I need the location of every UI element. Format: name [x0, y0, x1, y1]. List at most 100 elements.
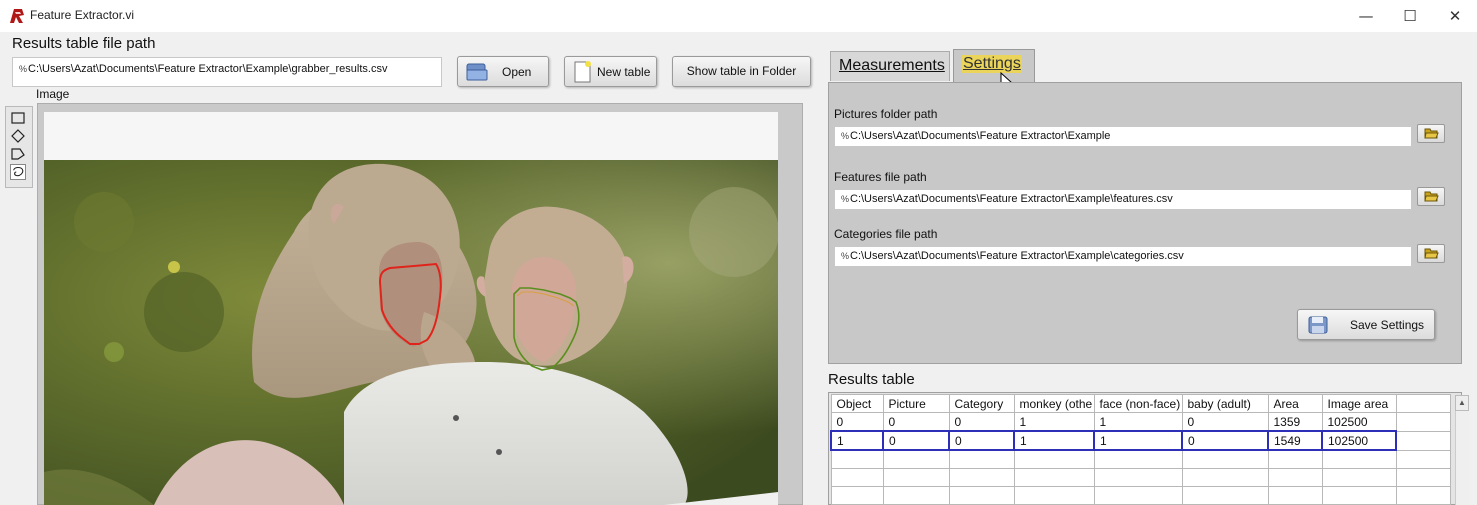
- title-bar: [0, 0, 1477, 32]
- table-row-selected[interactable]: 1 0 0 1 1 0 1549 102500: [830, 430, 1451, 451]
- table-row[interactable]: [830, 468, 1451, 487]
- table-cell[interactable]: [948, 449, 1015, 469]
- categories-file-label: Categories file path: [834, 227, 938, 241]
- col-header: [1395, 394, 1451, 413]
- save-settings-button[interactable]: Save Settings: [1297, 309, 1435, 340]
- results-path-label: Results table file path: [12, 35, 156, 52]
- table-cell[interactable]: 0: [948, 430, 1015, 451]
- results-table[interactable]: Object Picture Category monkey (othe fac…: [830, 394, 1451, 505]
- rectangle-tool-icon[interactable]: [10, 110, 26, 126]
- table-cell[interactable]: [1321, 486, 1397, 505]
- table-scrollbar[interactable]: [1455, 411, 1469, 505]
- path-icon: %: [19, 64, 28, 74]
- table-cell[interactable]: [882, 449, 950, 469]
- table-cell[interactable]: 0: [1181, 430, 1269, 451]
- table-cell[interactable]: [1395, 486, 1451, 505]
- freehand-tool-icon[interactable]: [10, 164, 26, 180]
- table-cell[interactable]: 1: [1093, 412, 1183, 432]
- categories-file-field[interactable]: %C:\Users\Azat\Documents\Feature Extract…: [834, 246, 1412, 267]
- new-table-button[interactable]: New table: [564, 56, 657, 87]
- results-table-label: Results table: [828, 371, 915, 388]
- table-cell[interactable]: [1181, 486, 1269, 505]
- table-cell[interactable]: 1: [830, 430, 884, 451]
- table-cell[interactable]: 1: [1013, 430, 1095, 451]
- window-title: Feature Extractor.vi: [30, 8, 135, 22]
- table-cell[interactable]: [1267, 468, 1323, 487]
- table-row[interactable]: [830, 449, 1451, 469]
- table-cell[interactable]: [1395, 412, 1451, 432]
- col-header: Image area: [1321, 394, 1397, 413]
- categories-file-value: C:\Users\Azat\Documents\Feature Extracto…: [850, 250, 1184, 262]
- pictures-folder-field[interactable]: %C:\Users\Azat\Documents\Feature Extract…: [834, 126, 1412, 147]
- table-cell[interactable]: 1: [1013, 412, 1095, 432]
- table-cell[interactable]: 1549: [1267, 430, 1323, 451]
- table-cell[interactable]: [830, 468, 884, 487]
- folder-icon: [1424, 248, 1439, 259]
- table-cell[interactable]: [1395, 449, 1451, 469]
- table-cell[interactable]: [1321, 468, 1397, 487]
- categories-browse-button[interactable]: [1417, 244, 1445, 263]
- path-icon: %: [841, 251, 850, 261]
- minimize-button[interactable]: —: [1343, 0, 1389, 32]
- table-cell[interactable]: 102500: [1321, 430, 1397, 451]
- table-cell[interactable]: [948, 468, 1015, 487]
- new-table-button-label: New table: [597, 65, 651, 79]
- col-header: baby (adult): [1181, 394, 1269, 413]
- features-browse-button[interactable]: [1417, 187, 1445, 206]
- table-cell[interactable]: [948, 486, 1015, 505]
- table-cell[interactable]: 0: [948, 412, 1015, 432]
- col-header: Picture: [882, 394, 950, 413]
- table-cell[interactable]: [1093, 449, 1183, 469]
- features-file-field[interactable]: %C:\Users\Azat\Documents\Feature Extract…: [834, 189, 1412, 210]
- open-button[interactable]: Open: [457, 56, 549, 87]
- monkey-photo[interactable]: [44, 112, 778, 505]
- table-row[interactable]: 0 0 0 1 1 0 1359 102500: [830, 412, 1451, 432]
- folder-icon: [1424, 128, 1439, 139]
- polygon-tool-icon[interactable]: [10, 146, 26, 162]
- table-cell[interactable]: [1013, 449, 1095, 469]
- path-icon: %: [841, 131, 850, 141]
- table-cell[interactable]: [1093, 486, 1183, 505]
- table-cell[interactable]: [1013, 468, 1095, 487]
- table-cell[interactable]: 0: [830, 412, 884, 432]
- open-button-label: Open: [502, 65, 532, 79]
- pictures-folder-label: Pictures folder path: [834, 107, 938, 121]
- show-table-in-folder-button[interactable]: Show table in Folder: [672, 56, 811, 87]
- save-settings-label: Save Settings: [1350, 318, 1425, 332]
- table-cell[interactable]: 0: [882, 430, 950, 451]
- table-cell[interactable]: [1321, 449, 1397, 469]
- image-label: Image: [36, 87, 70, 101]
- table-cell[interactable]: [1267, 449, 1323, 469]
- table-scroll-up-button[interactable]: ▲: [1455, 395, 1469, 411]
- table-cell[interactable]: 1359: [1267, 412, 1323, 432]
- table-cell[interactable]: [830, 449, 884, 469]
- table-cell[interactable]: [1267, 486, 1323, 505]
- tab-settings[interactable]: Settings: [953, 49, 1035, 82]
- features-file-value: C:\Users\Azat\Documents\Feature Extracto…: [850, 193, 1173, 205]
- table-cell[interactable]: [1395, 430, 1451, 451]
- results-path-field[interactable]: %C:\Users\Azat\Documents\Feature Extract…: [12, 57, 442, 87]
- col-header: Category: [948, 394, 1015, 413]
- table-cell[interactable]: [1093, 468, 1183, 487]
- table-cell[interactable]: 102500: [1321, 412, 1397, 432]
- rotated-rectangle-tool-icon[interactable]: [10, 128, 26, 144]
- table-row[interactable]: [830, 486, 1451, 505]
- maximize-button[interactable]: ☐: [1387, 0, 1433, 32]
- table-cell[interactable]: 1: [1093, 430, 1183, 451]
- pictures-folder-value: C:\Users\Azat\Documents\Feature Extracto…: [850, 130, 1111, 142]
- table-cell[interactable]: [830, 486, 884, 505]
- roi-tools-palette: [5, 106, 33, 188]
- pictures-browse-button[interactable]: [1417, 124, 1445, 143]
- table-cell[interactable]: [1013, 486, 1095, 505]
- table-header-row: Object Picture Category monkey (othe fac…: [830, 394, 1451, 413]
- table-cell[interactable]: 0: [882, 412, 950, 432]
- table-cell[interactable]: [882, 486, 950, 505]
- close-button[interactable]: ✕: [1432, 0, 1477, 32]
- table-cell[interactable]: 0: [1181, 412, 1269, 432]
- table-cell[interactable]: [1395, 468, 1451, 487]
- new-document-icon: [574, 61, 591, 83]
- table-cell[interactable]: [1181, 449, 1269, 469]
- table-cell[interactable]: [882, 468, 950, 487]
- tab-measurements[interactable]: Measurements: [830, 51, 950, 81]
- table-cell[interactable]: [1181, 468, 1269, 487]
